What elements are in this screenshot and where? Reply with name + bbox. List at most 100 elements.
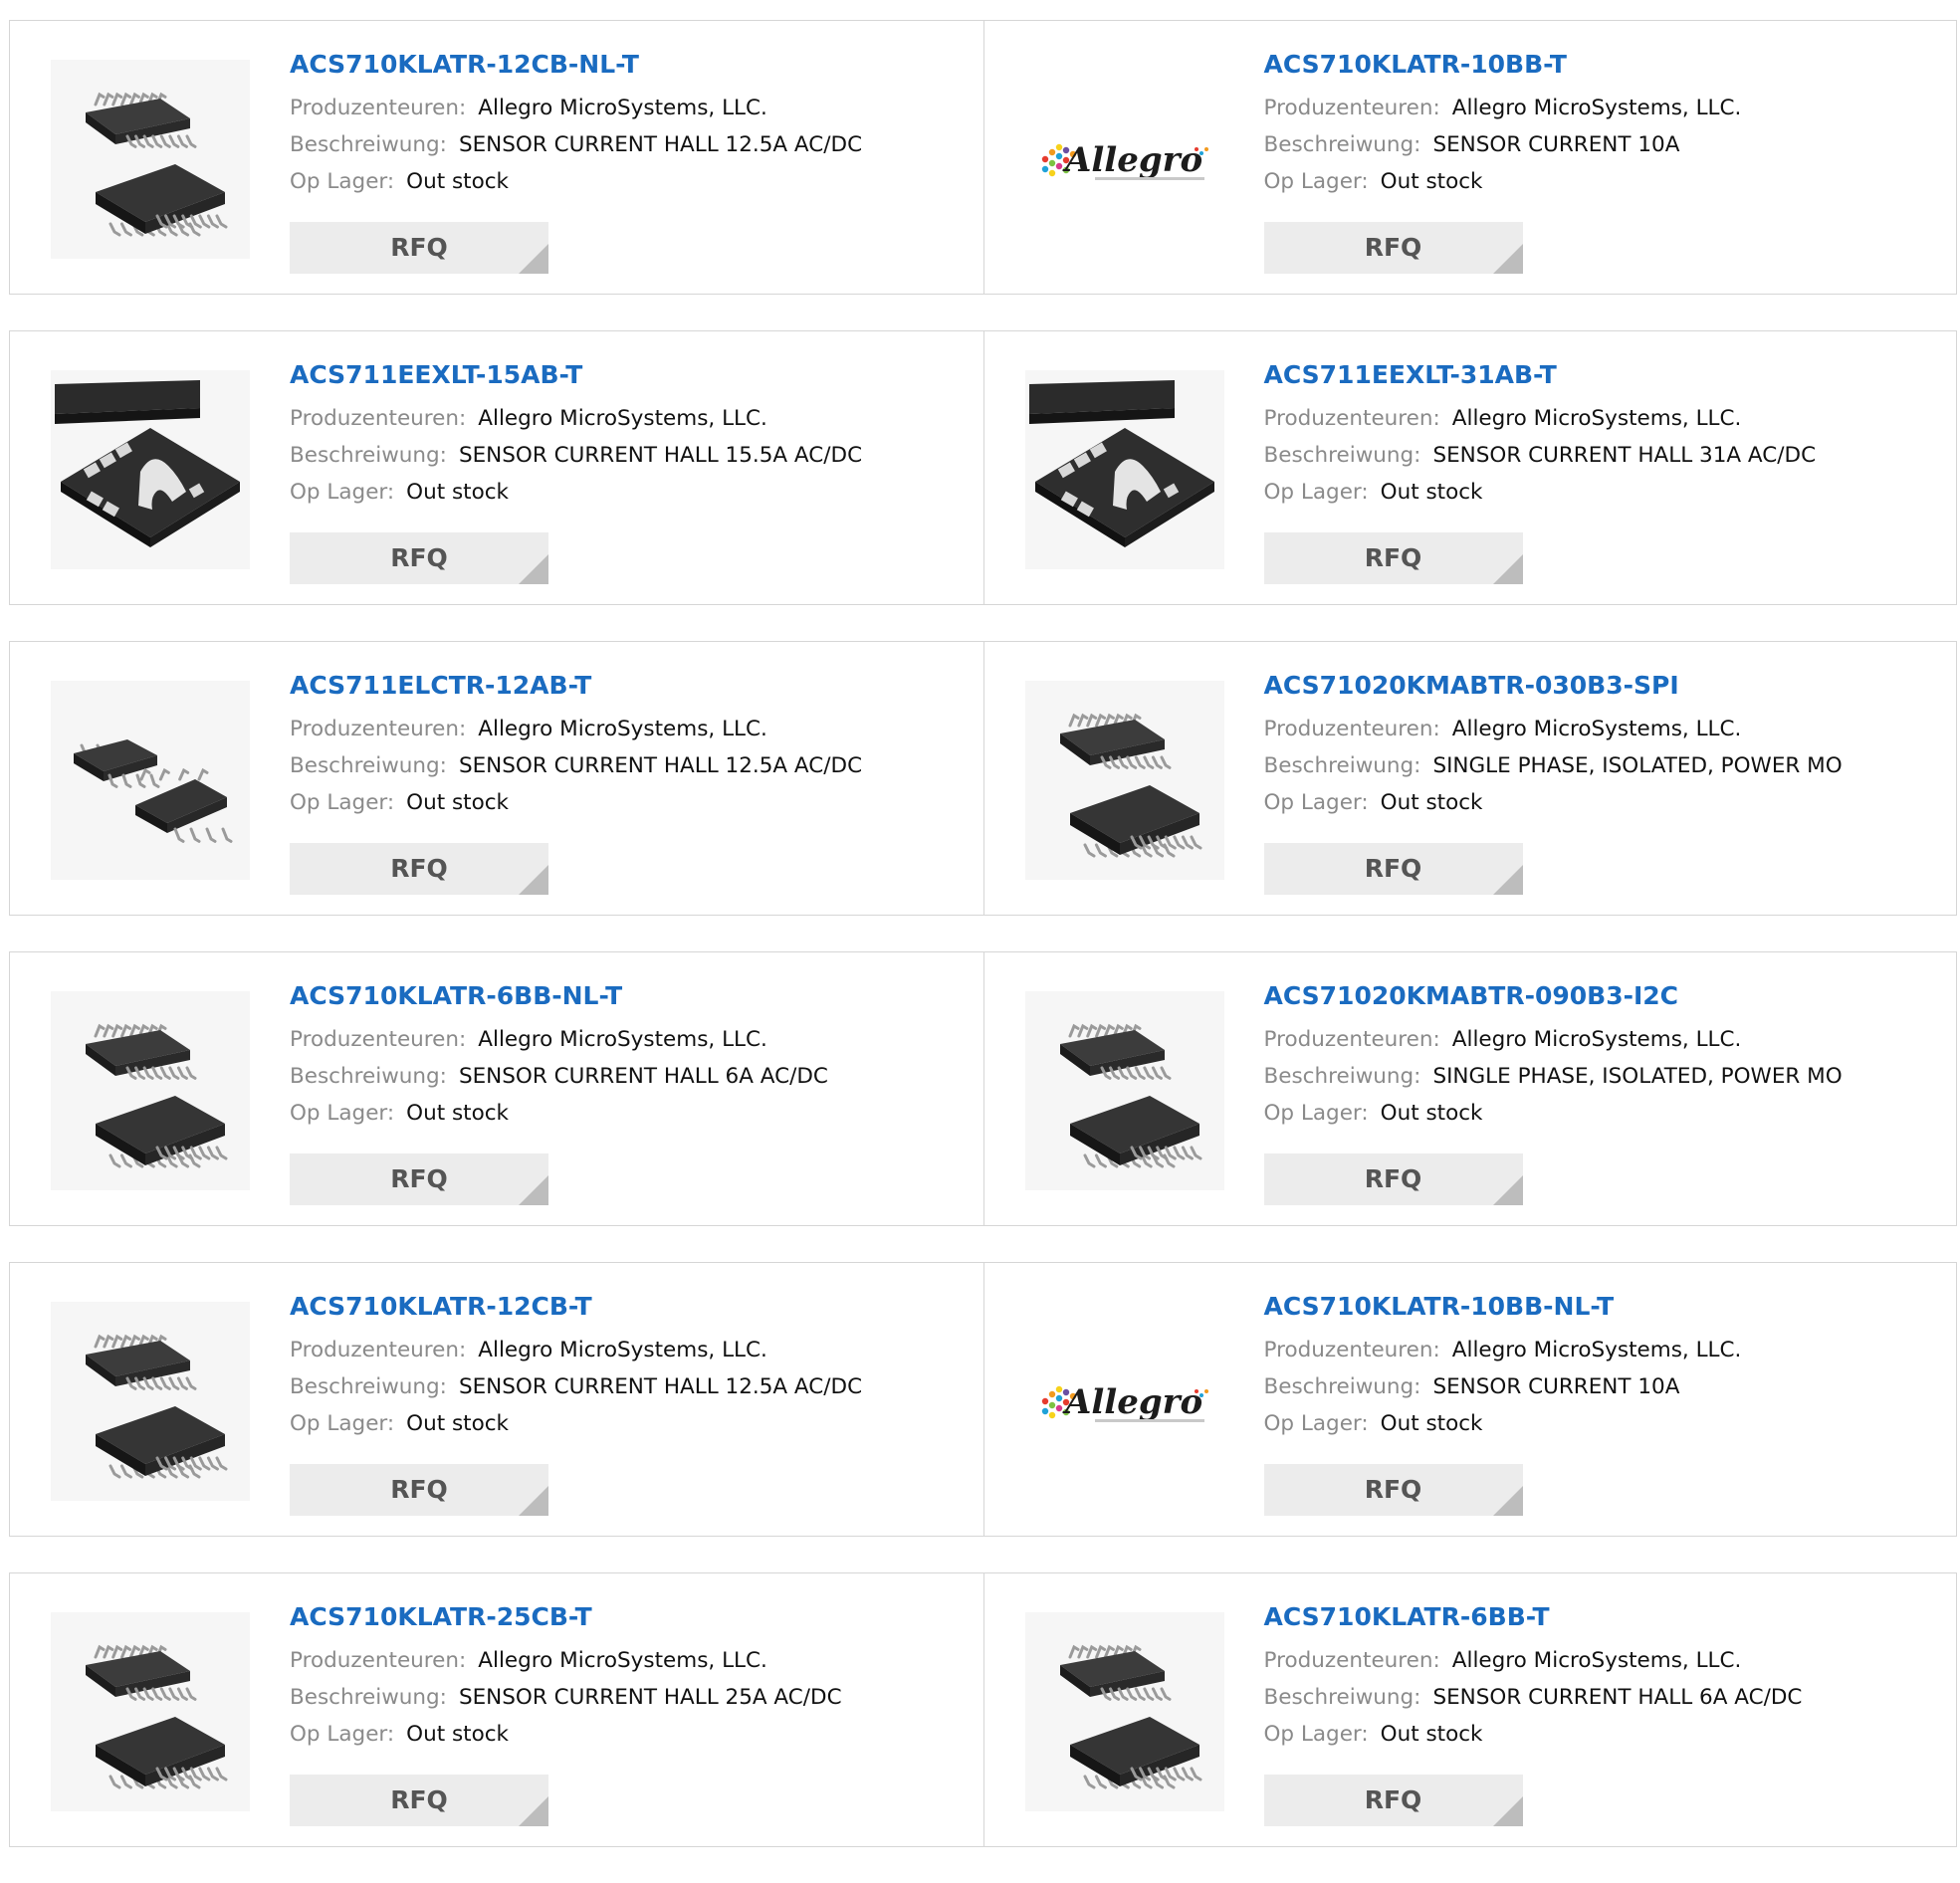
allegro-logo: Allegro	[1025, 119, 1224, 199]
product-row: ACS711ELCTR-12AB-T Produzenteuren: Allegr…	[9, 641, 1957, 916]
product-image[interactable]	[1024, 370, 1224, 569]
qfn-icon	[51, 370, 250, 569]
rfq-button[interactable]: RFQ	[290, 1464, 548, 1516]
description-label: Beschreiwung:	[1263, 1064, 1421, 1089]
product-info: ACS710KLATR-12CB-NL-T Produzenteuren: All…	[290, 49, 974, 200]
manufacturer-row: Produzenteuren: Allegro MicroSystems, LLC…	[1264, 90, 1947, 126]
product-grid: ACS710KLATR-12CB-NL-T Produzenteuren: All…	[9, 20, 1957, 1883]
rfq-label: RFQ	[390, 1164, 448, 1193]
stock-row: Op Lager: Out stock	[290, 474, 974, 511]
product-card: ACS710KLATR-6BB-NL-T Produzenteuren: Alle…	[10, 952, 983, 1225]
manufacturer-value: Allegro MicroSystems, LLC.	[478, 1338, 767, 1362]
rfq-button[interactable]: RFQ	[1263, 1153, 1523, 1205]
description-value: SENSOR CURRENT HALL 6A AC/DC	[458, 1064, 828, 1089]
product-image[interactable]: Allegro	[1024, 1302, 1224, 1501]
manufacturer-value: Allegro MicroSystems, LLC.	[1451, 717, 1742, 741]
corner-triangle-icon	[1492, 1796, 1523, 1826]
stock-value: Out stock	[406, 169, 510, 194]
rfq-button[interactable]: RFQ	[290, 1153, 548, 1205]
product-image[interactable]	[1024, 681, 1224, 880]
manufacturer-row: Produzenteuren: Allegro MicroSystems, LLC…	[1264, 1332, 1947, 1368]
description-label: Beschreiwung:	[290, 1685, 447, 1710]
product-image[interactable]	[51, 1302, 250, 1501]
product-image[interactable]: Allegro	[1024, 60, 1224, 259]
soic16-icon	[1040, 696, 1209, 865]
product-image[interactable]	[1024, 1612, 1224, 1811]
manufacturer-label: Produzenteuren:	[1263, 1027, 1440, 1052]
manufacturer-value: Allegro MicroSystems, LLC.	[478, 1027, 767, 1052]
product-image[interactable]	[51, 1612, 250, 1811]
description-label: Beschreiwung:	[1263, 132, 1421, 157]
soic16-icon	[1040, 1627, 1209, 1796]
rfq-label: RFQ	[1364, 233, 1422, 262]
stock-value: Out stock	[406, 790, 510, 815]
rfq-button[interactable]: RFQ	[1263, 843, 1523, 895]
product-info: ACS711EEXLT-15AB-T Produzenteuren: Allegr…	[290, 359, 974, 511]
stock-row: Op Lager: Out stock	[1264, 1095, 1947, 1132]
rfq-button[interactable]: RFQ	[1263, 222, 1523, 274]
corner-triangle-icon	[1492, 1175, 1523, 1205]
product-info: ACS710KLATR-10BB-T Produzenteuren: Allegr…	[1264, 49, 1947, 200]
part-number-link[interactable]: ACS71020KMABTR-090B3-I2C	[1264, 980, 1947, 1012]
manufacturer-row: Produzenteuren: Allegro MicroSystems, LLC…	[290, 90, 974, 126]
description-label: Beschreiwung:	[290, 753, 447, 778]
rfq-button[interactable]: RFQ	[290, 532, 548, 584]
stock-row: Op Lager: Out stock	[1264, 1716, 1947, 1753]
manufacturer-label: Produzenteuren:	[290, 1648, 467, 1673]
stock-row: Op Lager: Out stock	[290, 784, 974, 821]
part-number-link[interactable]: ACS711ELCTR-12AB-T	[290, 670, 974, 702]
part-number-link[interactable]: ACS710KLATR-6BB-T	[1264, 1601, 1947, 1633]
product-card: ACS710KLATR-12CB-T Produzenteuren: Allegr…	[10, 1263, 983, 1536]
product-info: ACS71020KMABTR-030B3-SPI Produzenteuren:…	[1264, 670, 1947, 821]
manufacturer-value: Allegro MicroSystems, LLC.	[478, 1648, 767, 1673]
rfq-button[interactable]: RFQ	[290, 843, 548, 895]
rfq-button[interactable]: RFQ	[290, 1775, 548, 1826]
product-image[interactable]	[51, 60, 250, 259]
manufacturer-row: Produzenteuren: Allegro MicroSystems, LLC…	[1264, 1021, 1947, 1058]
part-number-link[interactable]: ACS710KLATR-12CB-T	[290, 1291, 974, 1323]
part-number-link[interactable]: ACS71020KMABTR-030B3-SPI	[1264, 670, 1947, 702]
product-image[interactable]	[1024, 991, 1224, 1190]
stock-label: Op Lager:	[290, 1722, 395, 1747]
manufacturer-row: Produzenteuren: Allegro MicroSystems, LLC…	[1264, 1642, 1947, 1679]
svg-text:Allegro: Allegro	[1062, 140, 1202, 180]
corner-triangle-icon	[1492, 1486, 1523, 1516]
soic16-icon	[66, 1627, 235, 1796]
stock-row: Op Lager: Out stock	[290, 163, 974, 200]
description-label: Beschreiwung:	[1263, 753, 1421, 778]
product-card: ACS710KLATR-6BB-T Produzenteuren: Allegro…	[982, 1573, 1957, 1846]
stock-value: Out stock	[1380, 1722, 1483, 1747]
corner-triangle-icon	[519, 1486, 548, 1516]
rfq-button[interactable]: RFQ	[1263, 532, 1523, 584]
part-number-link[interactable]: ACS710KLATR-10BB-T	[1264, 49, 1947, 81]
stock-value: Out stock	[1380, 790, 1483, 815]
part-number-link[interactable]: ACS710KLATR-12CB-NL-T	[290, 49, 974, 81]
manufacturer-value: Allegro MicroSystems, LLC.	[478, 717, 767, 741]
soic16-icon	[66, 1006, 235, 1175]
rfq-button[interactable]: RFQ	[290, 222, 548, 274]
part-number-link[interactable]: ACS710KLATR-25CB-T	[290, 1601, 974, 1633]
stock-label: Op Lager:	[1263, 1101, 1369, 1126]
stock-value: Out stock	[1380, 1411, 1483, 1436]
part-number-link[interactable]: ACS711EEXLT-15AB-T	[290, 359, 974, 391]
stock-label: Op Lager:	[290, 1411, 395, 1436]
description-row: Beschreiwung: SENSOR CURRENT HALL 6A AC/D…	[1264, 1679, 1947, 1716]
page: { "labels": { "manufacturer": "Produzent…	[0, 0, 1960, 1847]
description-value: SENSOR CURRENT 10A	[1432, 132, 1680, 157]
rfq-label: RFQ	[390, 1475, 448, 1504]
manufacturer-row: Produzenteuren: Allegro MicroSystems, LLC…	[1264, 400, 1947, 437]
part-number-link[interactable]: ACS711EEXLT-31AB-T	[1264, 359, 1947, 391]
rfq-label: RFQ	[1364, 1785, 1422, 1814]
description-row: Beschreiwung: SENSOR CURRENT HALL 12.5A A…	[290, 126, 974, 163]
product-image[interactable]	[51, 370, 250, 569]
rfq-label: RFQ	[390, 233, 448, 262]
part-number-link[interactable]: ACS710KLATR-6BB-NL-T	[290, 980, 974, 1012]
part-number-link[interactable]: ACS710KLATR-10BB-NL-T	[1264, 1291, 1947, 1323]
soic16-icon	[66, 1317, 235, 1486]
product-image[interactable]	[51, 681, 250, 880]
product-image[interactable]	[51, 991, 250, 1190]
description-value: SENSOR CURRENT HALL 12.5A AC/DC	[458, 132, 863, 157]
corner-triangle-icon	[1492, 554, 1523, 584]
rfq-button[interactable]: RFQ	[1263, 1464, 1523, 1516]
rfq-button[interactable]: RFQ	[1263, 1775, 1523, 1826]
